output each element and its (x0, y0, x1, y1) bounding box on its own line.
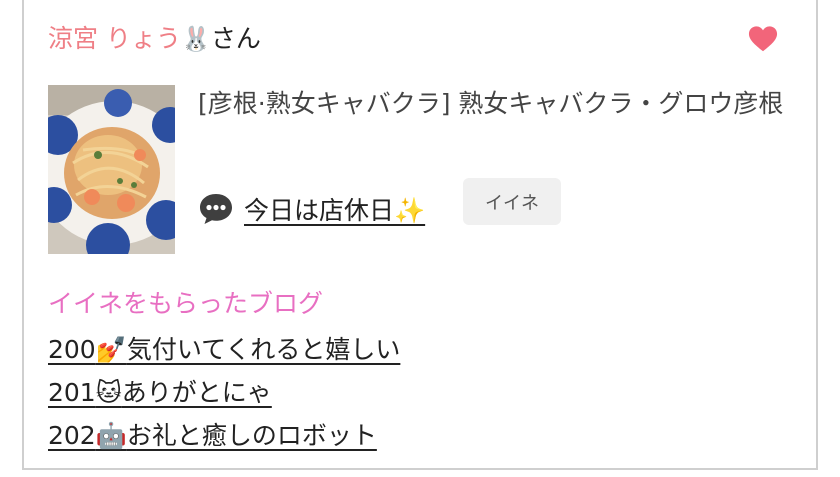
blog-card: 涼宮 りょう🐰さん [彦根·熟女キャバクラ] 熟女キャバクラ・グロウ彦根 今日は… (22, 0, 818, 470)
blog-title: ありがとにゃ (121, 378, 272, 407)
list-item: 202🤖お礼と癒しのロボット (48, 414, 400, 457)
heart-icon[interactable] (748, 24, 778, 54)
speech-bubble-icon (200, 194, 232, 224)
food-photo (48, 85, 175, 254)
nail-polish-emoji: 💅 (95, 335, 127, 364)
cat-emoji: 🐱 (95, 378, 122, 407)
author-name[interactable]: 涼宮 りょう (48, 24, 181, 53)
shop-name: [彦根·熟女キャバクラ] 熟女キャバクラ・グロウ彦根 (198, 89, 784, 118)
liked-blog-list: 200💅気付いてくれると嬉しい 201🐱ありがとにゃ 202🤖お礼と癒しのロボッ… (48, 328, 400, 457)
blog-link[interactable]: 201🐱ありがとにゃ (48, 378, 272, 407)
blog-title: 気付いてくれると嬉しい (126, 335, 401, 364)
like-button[interactable]: イイネ (463, 178, 561, 225)
blog-title: お礼と癒しのロボット (126, 421, 377, 450)
blog-number: 201 (48, 378, 96, 407)
post-title-link[interactable]: 今日は店休日✨ (244, 191, 425, 227)
rabbit-emoji: 🐰 (180, 25, 211, 53)
post-row: 今日は店休日✨ (198, 184, 425, 234)
honorific: さん (210, 24, 261, 53)
blog-number: 202 (48, 421, 96, 450)
blog-link[interactable]: 202🤖お礼と癒しのロボット (48, 421, 377, 450)
list-item: 200💅気付いてくれると嬉しい (48, 328, 400, 371)
liked-blogs-heading: イイネをもらったブログ (48, 289, 324, 318)
list-item: 201🐱ありがとにゃ (48, 371, 400, 414)
author-header: 涼宮 りょう🐰さん (48, 22, 261, 56)
blog-link[interactable]: 200💅気付いてくれると嬉しい (48, 335, 400, 364)
post-thumbnail[interactable] (48, 85, 175, 254)
blog-number: 200 (48, 335, 96, 364)
robot-emoji: 🤖 (95, 421, 127, 450)
